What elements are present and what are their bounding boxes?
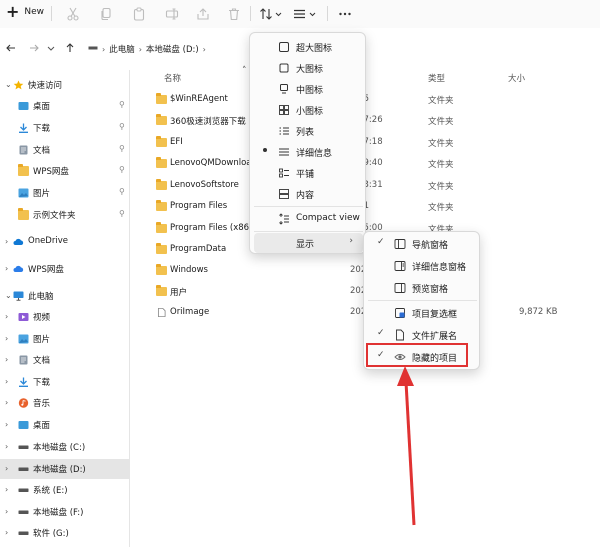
- annotation-arrow: [397, 366, 416, 526]
